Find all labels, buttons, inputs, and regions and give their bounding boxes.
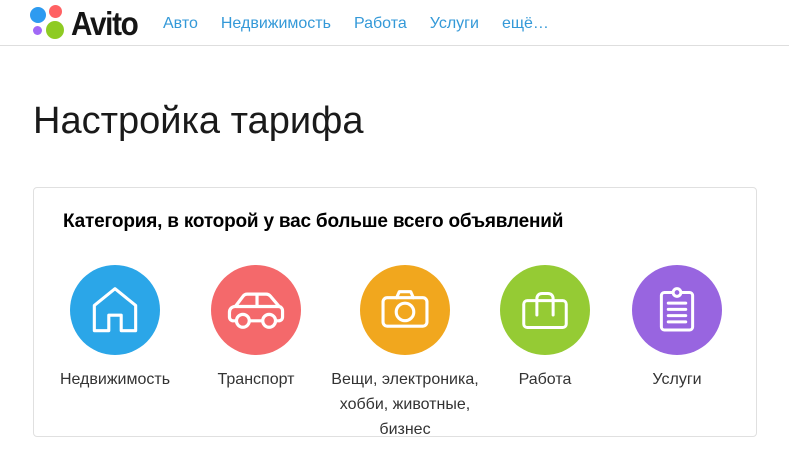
card-heading: Категория, в которой у вас больше всего …: [34, 188, 756, 233]
jobs-circle[interactable]: [500, 265, 590, 355]
site-header: Avito Авто Недвижимость Работа Услуги ещ…: [0, 0, 789, 46]
avito-logo[interactable]: Avito: [30, 5, 145, 42]
category-label: Вещи, электроника, хобби, животные, бизн…: [317, 367, 493, 442]
category-card: Категория, в которой у вас больше всего …: [33, 187, 757, 437]
nav-item-realty[interactable]: Недвижимость: [221, 14, 331, 34]
nav-item-services[interactable]: Услуги: [430, 14, 479, 34]
category-label: Работа: [470, 367, 620, 392]
logo-dot-purple: [33, 26, 42, 35]
category-label: Услуги: [602, 367, 752, 392]
category-item-transport[interactable]: Транспорт: [181, 265, 331, 392]
logo-text: Avito: [71, 5, 137, 42]
goods-circle[interactable]: [360, 265, 450, 355]
nav-item-auto[interactable]: Авто: [163, 14, 198, 34]
realty-circle[interactable]: [70, 265, 160, 355]
logo-dot-blue: [30, 7, 46, 23]
category-item-services[interactable]: Услуги: [602, 265, 752, 392]
main-nav: Авто Недвижимость Работа Услуги ещё…: [163, 14, 549, 34]
avito-logo-dots-icon: [30, 5, 66, 41]
category-item-realty[interactable]: Недвижимость: [40, 265, 190, 392]
clipboard-icon: [647, 280, 707, 340]
category-item-goods[interactable]: Вещи, электроника, хобби, животные, бизн…: [317, 265, 493, 442]
page-title: Настройка тарифа: [33, 98, 789, 144]
services-circle[interactable]: [632, 265, 722, 355]
camera-icon: [374, 279, 436, 341]
category-label: Транспорт: [181, 367, 331, 392]
briefcase-icon: [515, 280, 575, 340]
transport-circle[interactable]: [211, 265, 301, 355]
car-icon: [221, 275, 291, 345]
category-label: Недвижимость: [40, 367, 190, 392]
logo-dot-green: [46, 21, 64, 39]
nav-item-more[interactable]: ещё…: [502, 14, 549, 34]
category-item-jobs[interactable]: Работа: [470, 265, 620, 392]
logo-dot-red: [49, 5, 62, 18]
house-icon: [84, 279, 146, 341]
nav-item-jobs[interactable]: Работа: [354, 14, 407, 34]
